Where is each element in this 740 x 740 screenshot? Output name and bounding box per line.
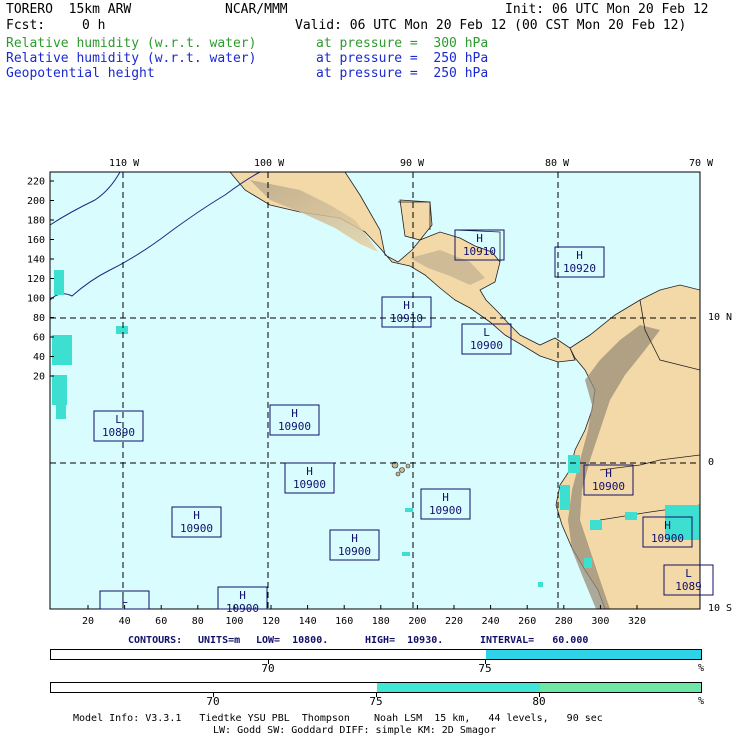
lon-label-90w: 90 W xyxy=(400,158,425,169)
pressure-center-value: 10910 xyxy=(390,312,423,325)
contours-low: LOW= 10800. xyxy=(256,635,329,646)
contours-interval: INTERVAL= 60.000 xyxy=(480,635,589,646)
left-tick-label: 200 xyxy=(27,196,45,207)
pressure-center-value: 10900 xyxy=(293,478,326,491)
pressure-center-value: 10900 xyxy=(278,420,311,433)
bottom-tick-label: 220 xyxy=(445,616,463,627)
lon-label-70w: 70 W xyxy=(689,158,714,169)
bottom-tick-label: 160 xyxy=(335,616,353,627)
colorbar-250-fill-green xyxy=(540,683,701,692)
bottom-tick-label: 120 xyxy=(262,616,280,627)
lat-label-10n: 10 N xyxy=(708,312,733,323)
left-tick-label: 20 xyxy=(33,372,45,383)
bar1-label-75: 75 xyxy=(478,662,492,675)
pressure-center-type: H xyxy=(576,249,583,262)
lon-label-100w: 100 W xyxy=(254,158,285,169)
left-tick-label: 100 xyxy=(27,294,45,305)
bottom-tick-label: 140 xyxy=(299,616,317,627)
pressure-center-type: H xyxy=(442,491,449,504)
left-tick-label: 220 xyxy=(27,177,45,188)
colorbar-250-fill-cyan xyxy=(377,683,540,692)
pressure-center-value: 10900 xyxy=(470,339,503,352)
bar2-label-80: 80 xyxy=(532,695,546,708)
pressure-center-type: L xyxy=(121,593,128,606)
contours-units: UNITS=m xyxy=(198,635,241,646)
pressure-center-value: 10910 xyxy=(463,245,496,258)
pressure-center-type: H xyxy=(306,465,313,478)
bottom-tick-label: 80 xyxy=(192,616,204,627)
bottom-tick-label: 40 xyxy=(119,616,131,627)
pressure-center-value: 10900 xyxy=(429,504,462,517)
pressure-center-value: 10900 xyxy=(180,522,213,535)
left-tick-label: 140 xyxy=(27,255,45,266)
bar2-label-75: 75 xyxy=(369,695,383,708)
pressure-center-type: H xyxy=(351,532,358,545)
bottom-tick-label: 300 xyxy=(591,616,609,627)
contours-label: CONTOURS: xyxy=(128,635,183,646)
lon-label-110w: 110 W xyxy=(109,158,140,169)
pressure-center-value: 10900 xyxy=(338,545,371,558)
bottom-tick-label: 280 xyxy=(555,616,573,627)
colorbar-300-fill xyxy=(486,650,701,659)
pressure-center-value: 10890 xyxy=(102,426,135,439)
pressure-center-type: L xyxy=(115,413,122,426)
pressure-center-value: 10900 xyxy=(592,480,625,493)
pressure-center-value: 10900 xyxy=(651,532,684,545)
pressure-center-value: 10920 xyxy=(563,262,596,275)
pressure-center-type: H xyxy=(193,509,200,522)
left-tick-label: 120 xyxy=(27,274,45,285)
pressure-center-type: H xyxy=(239,589,246,602)
pressure-center-value: 10900 xyxy=(226,602,259,615)
humidity-250-colorbar xyxy=(50,682,702,693)
pressure-center-type: H xyxy=(291,407,298,420)
bottom-tick-label: 60 xyxy=(155,616,167,627)
pressure-center-type: H xyxy=(403,299,410,312)
bar2-label-70: 70 xyxy=(206,695,220,708)
bar1-unit: % xyxy=(698,663,705,674)
bar2-unit: % xyxy=(698,696,705,707)
bottom-tick-label: 200 xyxy=(408,616,426,627)
lon-label-80w: 80 W xyxy=(545,158,570,169)
pressure-center-type: H xyxy=(476,232,483,245)
contours-high: HIGH= 10930. xyxy=(365,635,444,646)
left-tick-label: 160 xyxy=(27,235,45,246)
left-tick-label: 60 xyxy=(33,333,45,344)
model-info-line2: LW: Godd SW: Goddard DIFF: simple KM: 2D… xyxy=(213,725,496,736)
bottom-tick-label: 20 xyxy=(82,616,94,627)
pressure-center-type: H xyxy=(664,519,671,532)
left-tick-label: 40 xyxy=(33,352,45,363)
pressure-center-value: 1089 xyxy=(675,580,702,593)
bottom-tick-label: 320 xyxy=(628,616,646,627)
bar1-label-70: 70 xyxy=(261,662,275,675)
pressure-center-type: L xyxy=(685,567,692,580)
lat-label-0: 0 xyxy=(708,457,715,468)
model-info-line1: Model Info: V3.3.1 Tiedtke YSU PBL Thomp… xyxy=(73,713,603,724)
bottom-tick-label: 100 xyxy=(225,616,243,627)
left-tick-label: 80 xyxy=(33,313,45,324)
weather-map: 220 200 180 160 140 120 100 80 60 40 20 20 40 60 80 10… xyxy=(27,171,714,627)
left-tick-label: 180 xyxy=(27,216,45,227)
bottom-tick-label: 260 xyxy=(518,616,536,627)
pressure-center-type: L xyxy=(483,326,490,339)
bottom-tick-label: 180 xyxy=(372,616,390,627)
bottom-tick-label: 240 xyxy=(482,616,500,627)
lat-label-10s: 10 S xyxy=(708,603,733,614)
humidity-300-colorbar xyxy=(50,649,702,660)
pressure-center-type: H xyxy=(605,467,612,480)
